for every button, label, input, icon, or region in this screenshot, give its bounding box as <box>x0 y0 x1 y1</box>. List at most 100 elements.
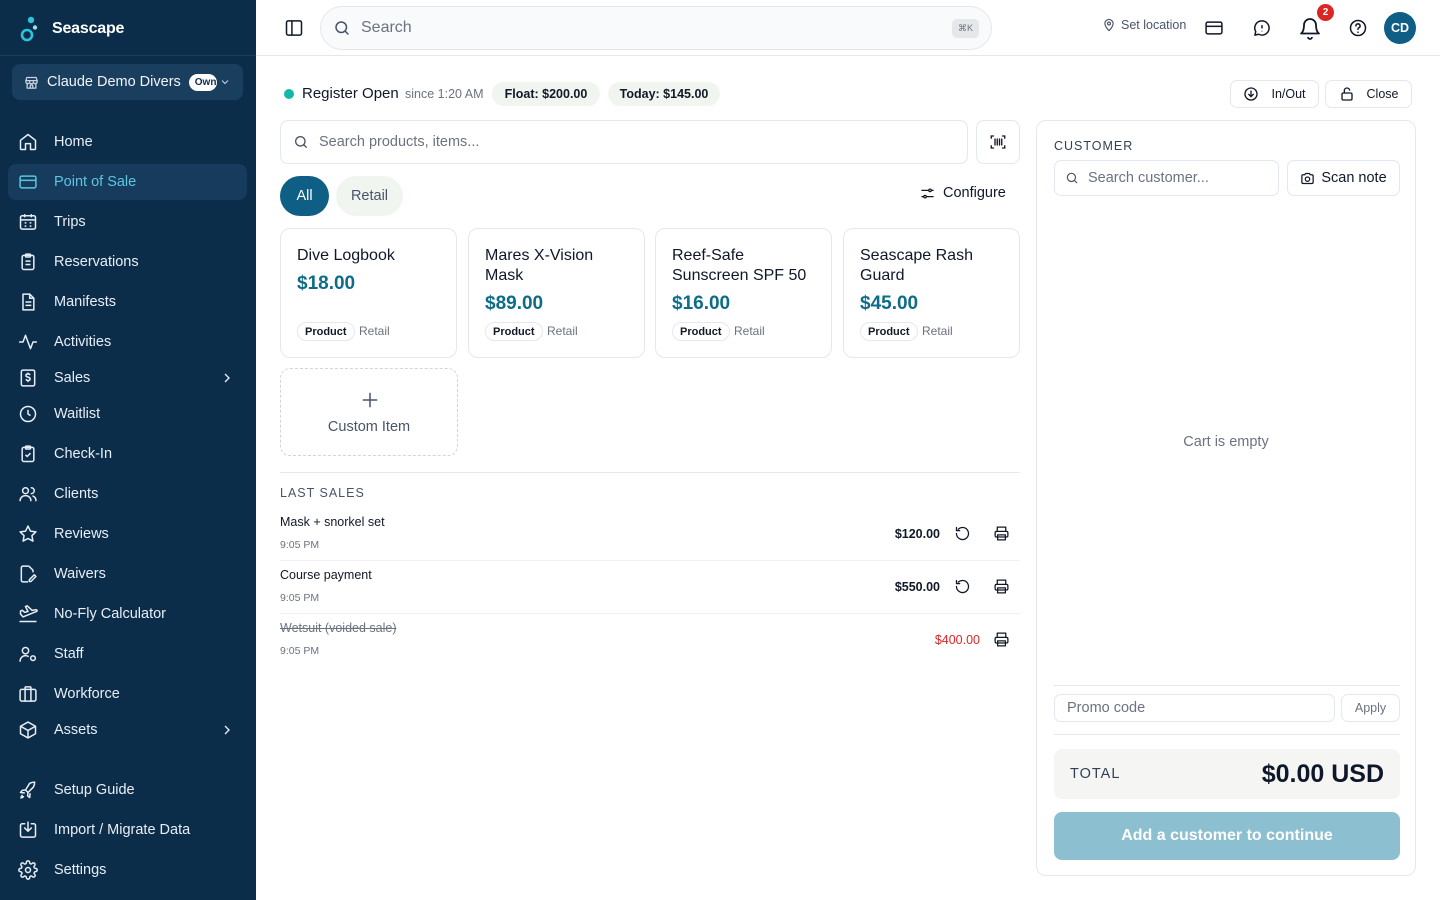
tab-all[interactable]: All <box>280 176 329 216</box>
barcode-scan-icon <box>989 133 1007 151</box>
product-name: Reef-Safe Sunscreen SPF 50 <box>672 247 807 284</box>
scan-note-button[interactable]: Scan note <box>1287 160 1400 196</box>
sidebar-item-activities[interactable]: Activities <box>8 324 247 360</box>
plane-landing-icon <box>18 604 38 624</box>
sidebar-item-waitlist[interactable]: Waitlist <box>8 396 247 432</box>
in-out-button[interactable]: In/Out <box>1230 80 1319 108</box>
sidebar-item-manifests[interactable]: Manifests <box>8 284 247 320</box>
set-location-button[interactable]: Set location <box>1102 18 1186 32</box>
bell-icon[interactable] <box>1298 16 1322 40</box>
user-avatar[interactable]: CD <box>1384 12 1416 44</box>
sidebar-item-assets[interactable]: Assets <box>8 712 247 748</box>
refund-icon[interactable] <box>954 525 971 542</box>
product-search-input[interactable] <box>319 134 919 150</box>
camera-icon <box>1300 171 1315 186</box>
total-divider <box>1054 734 1400 735</box>
promo-code-input[interactable] <box>1054 694 1335 722</box>
help-icon[interactable] <box>1348 18 1368 38</box>
sidebar-item-label: Import / Migrate Data <box>54 822 191 838</box>
sidebar-item-clients[interactable]: Clients <box>8 476 247 512</box>
product-type-chip: Product <box>672 322 730 341</box>
product-card[interactable]: Seascape Rash Guard $45.00 Product Retai… <box>843 228 1020 358</box>
float-badge: Float: $200.00 <box>492 82 600 106</box>
sidebar-item-workforce[interactable]: Workforce <box>8 676 247 712</box>
product-card[interactable]: Mares X-Vision Mask $89.00 Product Retai… <box>468 228 645 358</box>
close-register-button[interactable]: Close <box>1325 80 1412 108</box>
custom-item-label: Custom Item <box>327 419 411 435</box>
sidebar-item-label: Reviews <box>54 526 109 542</box>
search-icon <box>333 19 351 37</box>
sidebar-item-setup-guide[interactable]: Setup Guide <box>8 772 247 808</box>
in-out-label: In/Out <box>1271 87 1306 101</box>
clock-icon <box>18 404 38 424</box>
tab-retail[interactable]: Retail <box>336 176 403 216</box>
product-category: Retail <box>922 324 953 338</box>
configure-button[interactable]: Configure <box>920 185 1006 201</box>
sidebar-item-point-of-sale[interactable]: Point of Sale <box>8 164 247 200</box>
product-name: Mares X-Vision Mask <box>485 247 594 284</box>
sidebar-item-label: Sales <box>54 370 91 386</box>
custom-item-button[interactable]: Custom Item <box>280 368 458 456</box>
today-badge: Today: $145.00 <box>608 82 720 106</box>
plus-icon <box>360 390 380 410</box>
credit-card-icon <box>18 172 38 192</box>
customer-search-input[interactable] <box>1088 170 1268 186</box>
sidebar-item-label: Home <box>54 134 93 150</box>
product-search[interactable] <box>280 120 968 164</box>
sidebar-item-staff[interactable]: Staff <box>8 636 247 672</box>
product-card[interactable]: Reef-Safe Sunscreen SPF 50 $16.00 Produc… <box>655 228 832 358</box>
sidebar-item-import-migrate-data[interactable]: Import / Migrate Data <box>8 812 247 848</box>
sidebar-item-trips[interactable]: Trips <box>8 204 247 240</box>
print-icon[interactable] <box>993 631 1010 648</box>
sidebar-item-sales[interactable]: Sales <box>8 360 247 396</box>
brand[interactable]: Seascape <box>20 14 124 44</box>
customer-search[interactable] <box>1054 160 1279 196</box>
last-sales-title: LAST SALES <box>280 486 365 500</box>
product-category: Retail <box>547 324 578 338</box>
global-search-input[interactable] <box>361 19 921 37</box>
set-location-label: Set location <box>1121 18 1187 32</box>
scan-note-label: Scan note <box>1321 170 1387 186</box>
add-customer-continue-button[interactable]: Add a customer to continue <box>1054 812 1400 860</box>
total-value: $0.00 USD <box>1261 760 1384 788</box>
chat-icon[interactable] <box>1252 18 1272 38</box>
search-icon <box>1065 171 1079 185</box>
activity-icon <box>18 332 38 352</box>
org-switcher[interactable]: Claude Demo Divers Owner <box>12 64 243 100</box>
role-badge: Owner <box>188 73 217 91</box>
sidebar-item-reviews[interactable]: Reviews <box>8 516 247 552</box>
sidebar-item-label: No-Fly Calculator <box>54 606 166 622</box>
sidebar-item-settings[interactable]: Settings <box>8 852 247 888</box>
product-card[interactable]: Dive Logbook $18.00 Product Retail <box>280 228 457 358</box>
lock-icon <box>1339 86 1355 102</box>
clipboard-check-icon <box>18 444 38 464</box>
sale-row: Wetsuit (voided sale) 9:05 PM $400.00 <box>280 614 1020 667</box>
total-box: TOTAL $0.00 USD <box>1054 749 1400 799</box>
apply-promo-button[interactable]: Apply <box>1341 694 1400 722</box>
barcode-scan-button[interactable] <box>976 120 1020 164</box>
global-search[interactable]: ⌘K <box>320 6 992 50</box>
sidebar-item-reservations[interactable]: Reservations <box>8 244 247 280</box>
product-type-chip: Product <box>297 322 355 341</box>
gear-icon <box>18 860 38 880</box>
import-icon <box>18 820 38 840</box>
sidebar-item-home[interactable]: Home <box>8 124 247 160</box>
sale-amount: $120.00 <box>894 527 940 541</box>
notification-badge: 2 <box>1317 4 1334 21</box>
sidebar-item-label: Check-In <box>54 446 113 462</box>
sidebar-item-check-in[interactable]: Check-In <box>8 436 247 472</box>
sidebar-item-waivers[interactable]: Waivers <box>8 556 247 592</box>
print-icon[interactable] <box>993 578 1010 595</box>
sidebar: Seascape Claude Demo Divers Owner Home P… <box>0 0 256 900</box>
sidebar-toggle-icon[interactable] <box>284 18 304 38</box>
user-cog-icon <box>18 644 38 664</box>
product-type-chip: Product <box>485 322 543 341</box>
sidebar-item-no-fly-calculator[interactable]: No-Fly Calculator <box>8 596 247 632</box>
keyboard-shortcut-hint: ⌘K <box>951 19 979 38</box>
register-card-icon[interactable] <box>1204 18 1224 38</box>
users-icon <box>18 484 38 504</box>
refund-icon[interactable] <box>954 578 971 595</box>
sidebar-item-label: Waitlist <box>54 406 101 422</box>
print-icon[interactable] <box>993 525 1010 542</box>
sale-amount: $400.00 <box>934 633 980 647</box>
